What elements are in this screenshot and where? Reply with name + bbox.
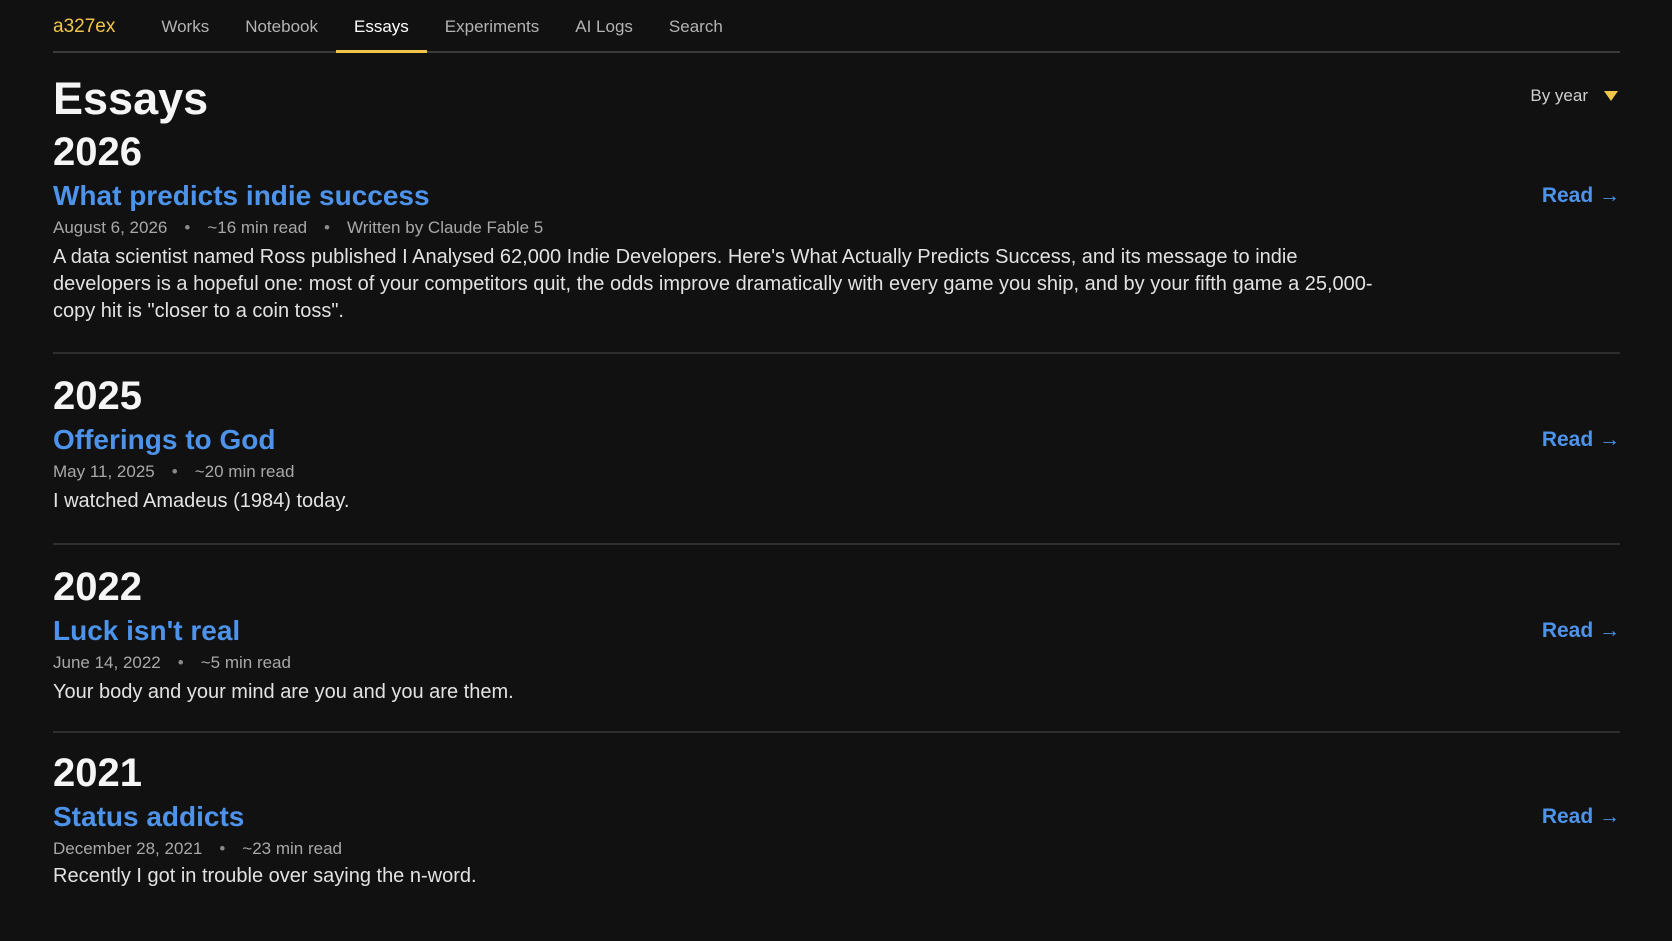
nav-item-works[interactable]: Works: [143, 0, 227, 51]
year-section-2021: 2021 Status addicts Read → December 28, …: [53, 733, 1620, 890]
meta-separator: •: [219, 839, 226, 858]
year-heading: 2026: [53, 130, 142, 174]
chevron-down-icon: [1604, 91, 1618, 101]
essay-read-time: ~23 min read: [242, 839, 342, 858]
year-section-2022: 2022 Luck isn't real Read → June 14, 202…: [53, 545, 1620, 733]
essay-meta: May 11, 2025 • ~20 min read: [53, 463, 1620, 480]
essay-title-row: What predicts indie success Read →: [53, 182, 1620, 210]
essay-title-row: Luck isn't real Read →: [53, 617, 1620, 645]
essay-title-row: Status addicts Read →: [53, 803, 1620, 831]
essay-date: June 14, 2022: [53, 653, 161, 672]
essay-meta: June 14, 2022 • ~5 min read: [53, 654, 1620, 671]
page-title: Essays: [53, 73, 209, 124]
essay-title-link[interactable]: Offerings to God: [53, 426, 275, 454]
nav-item-notebook[interactable]: Notebook: [227, 0, 336, 51]
meta-separator: •: [171, 462, 178, 481]
sort-dropdown[interactable]: By year: [1530, 86, 1620, 131]
essay-read-time: ~20 min read: [194, 462, 295, 481]
essay-title-row: Offerings to God Read →: [53, 426, 1620, 454]
year-section-2026: 2026 What predicts indie success Read → …: [53, 131, 1620, 354]
essay-meta: August 6, 2026 • ~16 min read • Written …: [53, 219, 1620, 236]
site-logo-link[interactable]: a327ex: [53, 0, 115, 51]
read-link[interactable]: Read →: [1542, 184, 1620, 208]
essay-author: Written by Claude Fable 5: [346, 218, 544, 237]
essay-read-time: ~16 min read: [207, 218, 308, 237]
nav-item-essays[interactable]: Essays: [335, 0, 427, 53]
essay-date: December 28, 2021: [53, 839, 203, 858]
year-heading: 2021: [53, 751, 142, 795]
nav-item-experiments[interactable]: Experiments: [427, 0, 557, 51]
page: a327ex Works Notebook Essays Experiments…: [0, 0, 1672, 941]
sort-dropdown-label: By year: [1530, 86, 1588, 105]
essay-meta: December 28, 2021 • ~23 min read: [53, 840, 1620, 857]
nav-item-search[interactable]: Search: [651, 0, 741, 51]
year-section-2025: 2025 Offerings to God Read → May 11, 202…: [53, 354, 1620, 545]
essay-title-link[interactable]: What predicts indie success: [53, 182, 430, 210]
year-heading: 2022: [53, 565, 142, 609]
read-link[interactable]: Read →: [1542, 428, 1620, 452]
read-link[interactable]: Read →: [1542, 805, 1620, 829]
read-link[interactable]: Read →: [1542, 619, 1620, 643]
meta-separator: •: [324, 218, 330, 237]
essay-title-link[interactable]: Status addicts: [53, 803, 244, 831]
essay-title-link[interactable]: Luck isn't real: [53, 617, 240, 645]
essay-excerpt: A data scientist named Ross published I …: [53, 246, 1373, 322]
page-header: Essays By year: [53, 53, 1620, 131]
year-heading: 2025: [53, 374, 142, 418]
top-nav: a327ex Works Notebook Essays Experiments…: [53, 0, 1620, 53]
meta-separator: •: [184, 218, 191, 237]
nav-item-ai-logs[interactable]: AI Logs: [557, 0, 651, 51]
essay-read-time: ~5 min read: [200, 653, 291, 672]
essay-excerpt: Recently I got in trouble over saying th…: [53, 865, 477, 887]
essay-date: May 11, 2025: [53, 462, 155, 481]
meta-separator: •: [177, 653, 184, 672]
essay-date: August 6, 2026: [53, 218, 168, 237]
essay-excerpt: Your body and your mind are you and you …: [53, 681, 514, 703]
essay-excerpt: I watched Amadeus (1984) today.: [53, 490, 350, 512]
